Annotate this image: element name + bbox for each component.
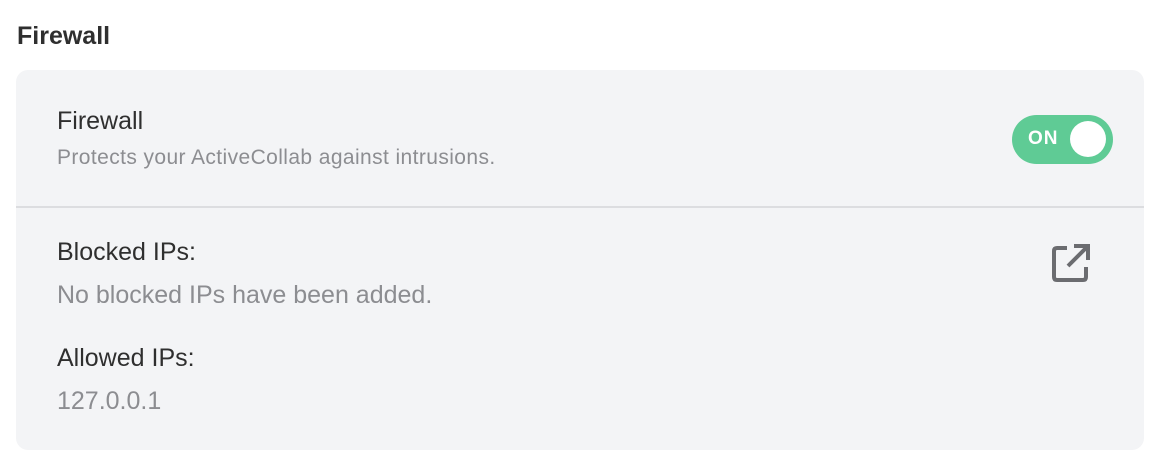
firewall-toggle[interactable]: ON [1012,115,1113,164]
allowed-ips-label: Allowed IPs: [57,344,195,372]
firewall-setting-description: Protects your ActiveCollab against intru… [57,146,496,169]
firewall-card: Firewall Protects your ActiveCollab agai… [16,70,1144,450]
firewall-setting-title: Firewall [57,107,144,135]
external-link-icon[interactable] [1050,242,1092,284]
blocked-ips-value: No blocked IPs have been added. [57,281,433,309]
toggle-state-label: ON [1028,128,1059,149]
blocked-ips-label: Blocked IPs: [57,238,196,266]
allowed-ips-value: 127.0.0.1 [57,387,162,415]
section-title: Firewall [17,22,111,50]
toggle-knob [1070,121,1106,157]
firewall-setting-row: Firewall Protects your ActiveCollab agai… [16,70,1144,208]
